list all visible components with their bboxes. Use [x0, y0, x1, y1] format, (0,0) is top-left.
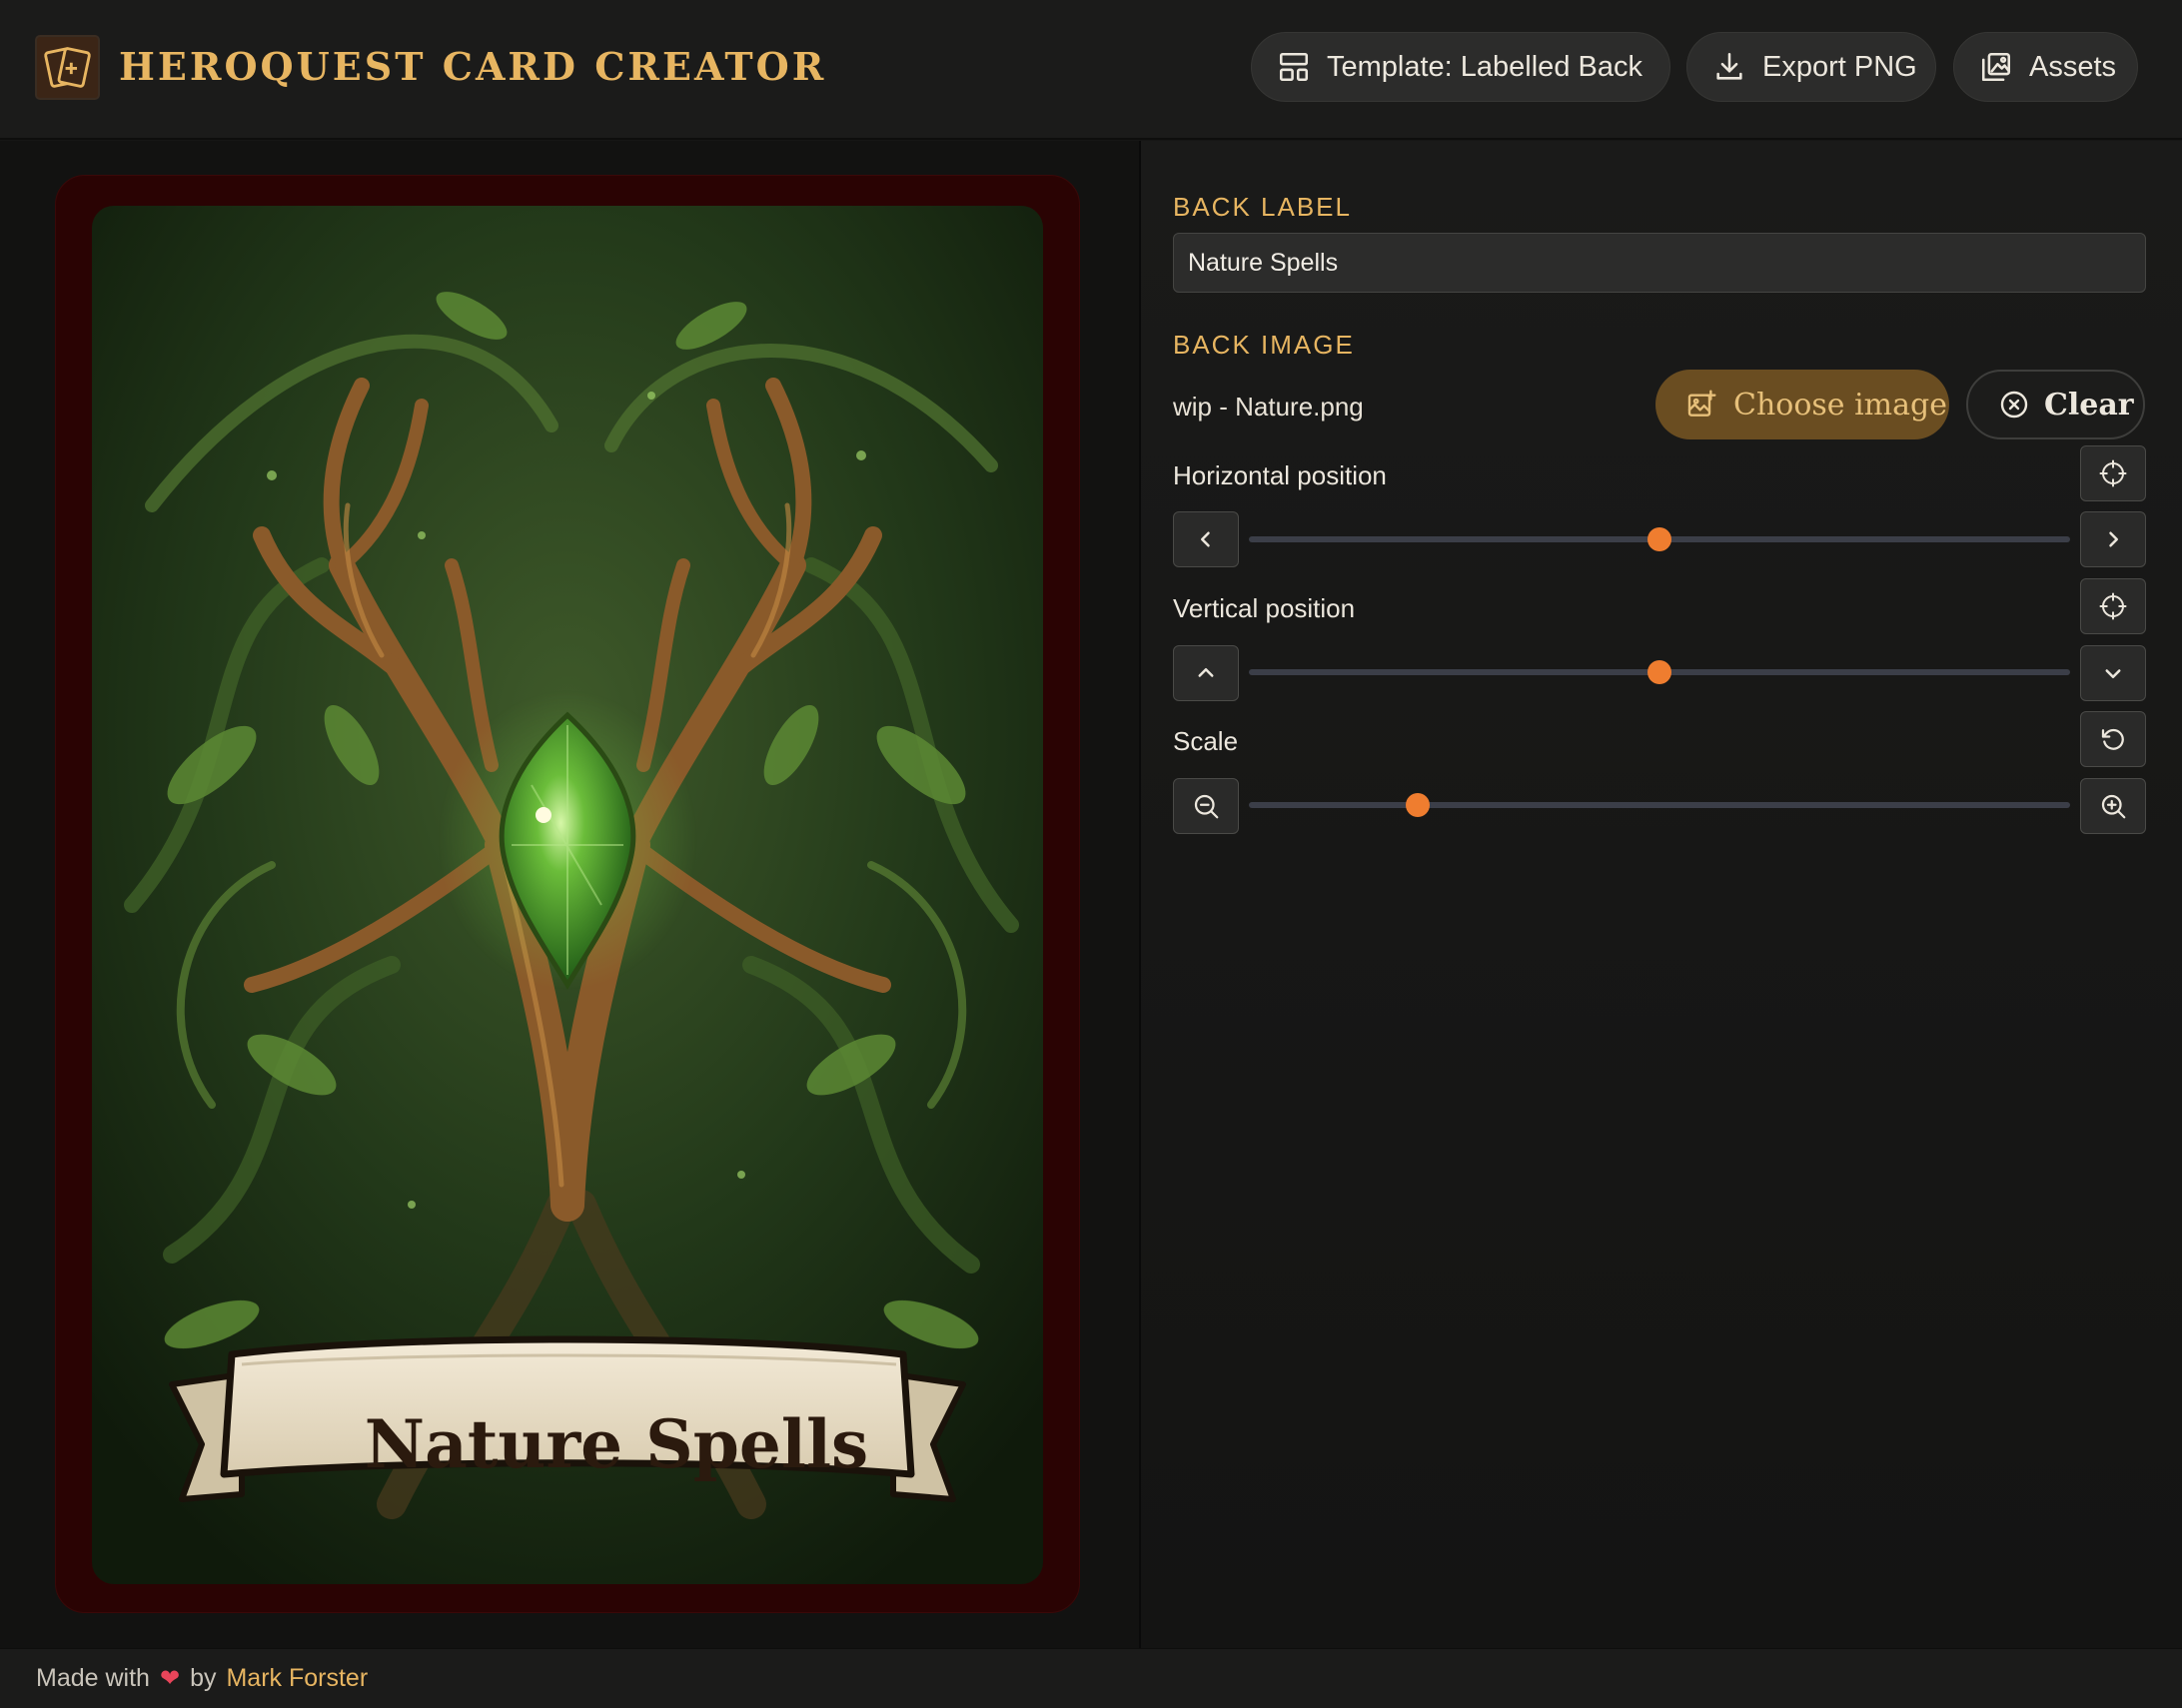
template-button[interactable]: Template: Labelled Back: [1251, 32, 1670, 102]
images-icon: [1979, 50, 2013, 84]
app-header: HEROQUEST CARD CREATOR Template: Labelle…: [0, 0, 2182, 140]
back-image-heading: BACK IMAGE: [1173, 330, 1355, 360]
center-vertical-button[interactable]: [2080, 578, 2146, 634]
image-add-icon: [1685, 389, 1717, 421]
reset-icon: [2101, 728, 2124, 750]
editor-pane: [1141, 141, 2182, 1648]
clear-label: Clear: [2044, 387, 2134, 423]
zoom-out-icon: [1194, 794, 1219, 819]
image-filename: wip - Nature.png: [1173, 392, 1364, 422]
download-icon: [1712, 50, 1746, 84]
move-down-button[interactable]: [2080, 645, 2146, 701]
app-title: HEROQUEST CARD CREATOR: [119, 44, 827, 89]
card-back-label: Nature Spells: [364, 1405, 869, 1483]
choose-image-label: Choose image: [1733, 387, 1947, 423]
crosshair-icon: [2099, 459, 2127, 487]
assets-button[interactable]: Assets: [1953, 32, 2138, 102]
assets-button-label: Assets: [2029, 50, 2117, 83]
card-deck-icon: [35, 35, 100, 100]
slider-thumb[interactable]: [1647, 660, 1671, 684]
horizontal-position-slider[interactable]: [1249, 525, 2070, 553]
reset-scale-button[interactable]: [2080, 711, 2146, 767]
author-link[interactable]: Mark Forster: [226, 1664, 368, 1693]
template-button-label: Template: Labelled Back: [1327, 50, 1642, 83]
card-preview: Nature Spells: [55, 175, 1080, 1613]
zoom-out-button[interactable]: [1173, 778, 1239, 834]
move-right-button[interactable]: [2080, 511, 2146, 567]
footer-by: by: [190, 1664, 217, 1692]
center-horizontal-button[interactable]: [2080, 445, 2146, 501]
back-label-input[interactable]: [1173, 233, 2146, 293]
move-left-button[interactable]: [1173, 511, 1239, 567]
close-circle-icon: [1998, 389, 2030, 421]
scale-label: Scale: [1173, 726, 1239, 756]
layout-template-icon: [1277, 50, 1311, 84]
slider-track: [1249, 802, 2070, 808]
zoom-in-button[interactable]: [2080, 778, 2146, 834]
horizontal-position-label: Horizontal position: [1173, 460, 1387, 490]
heart-icon: ❤: [159, 1665, 181, 1692]
nature-tree-gem-artwork: Nature Spells: [92, 206, 1043, 1584]
zoom-in-icon: [2101, 794, 2126, 819]
chevron-left-icon: [1201, 531, 1210, 547]
chevron-up-icon: [1198, 668, 1214, 677]
move-up-button[interactable]: [1173, 645, 1239, 701]
vertical-position-label: Vertical position: [1173, 593, 1356, 623]
export-png-button[interactable]: Export PNG: [1686, 32, 1936, 102]
footer: Made with ❤ by Mark Forster: [0, 1648, 2182, 1708]
clear-image-button[interactable]: Clear: [1966, 370, 2145, 439]
slider-thumb[interactable]: [1405, 793, 1430, 817]
crosshair-icon: [2099, 592, 2127, 620]
scale-slider[interactable]: [1249, 791, 2070, 819]
chevron-down-icon: [2105, 669, 2121, 678]
slider-thumb[interactable]: [1647, 527, 1671, 551]
back-label-heading: BACK LABEL: [1173, 192, 1352, 222]
export-button-label: Export PNG: [1762, 50, 1917, 83]
choose-image-button[interactable]: Choose image: [1655, 370, 1949, 439]
footer-made-with: Made with: [36, 1664, 150, 1692]
vertical-position-slider[interactable]: [1249, 658, 2070, 686]
chevron-right-icon: [2109, 531, 2118, 547]
